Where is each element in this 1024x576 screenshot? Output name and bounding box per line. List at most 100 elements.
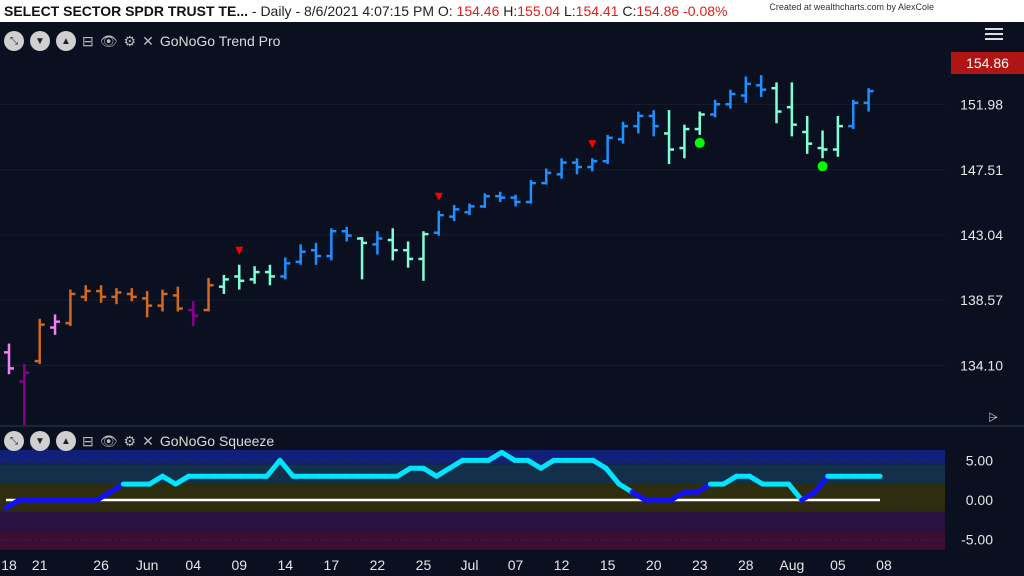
- ohlc-bar: [264, 264, 275, 286]
- collapse-icon[interactable]: ⊟: [82, 33, 94, 50]
- x-tick-label: 04: [185, 557, 201, 573]
- ohlc-bar: [203, 277, 214, 312]
- down-triangle-marker: [588, 140, 597, 149]
- move-up-icon[interactable]: ▲: [56, 431, 76, 451]
- x-tick-label: Aug: [779, 557, 804, 573]
- open-value: 154.46: [456, 3, 500, 19]
- ohlc-bar: [541, 168, 552, 185]
- squeeze-panel-toolbar: ⤡ ▼ ▲ ⊟ 👁 ⚙ ✕ GoNoGo Squeeze: [4, 430, 274, 452]
- x-tick-label: 23: [692, 557, 708, 573]
- close-icon[interactable]: ✕: [142, 33, 154, 50]
- expand-icon[interactable]: ⤡: [4, 31, 24, 51]
- symbol-name: SELECT SECTOR SPDR TRUST TE...: [4, 3, 248, 19]
- indicator-name-squeeze: GoNoGo Squeeze: [159, 433, 275, 449]
- ohlc-bar: [556, 158, 567, 179]
- ohlc-bar: [817, 130, 828, 159]
- ohlc-bar: [694, 111, 705, 135]
- ohlc-bar: [295, 244, 306, 265]
- ohlc-bar: [510, 194, 521, 207]
- ohlc-bar: [771, 82, 782, 124]
- close-label: C:: [622, 3, 637, 19]
- ohlc-bar: [464, 203, 475, 216]
- change-value: -0.08%: [683, 3, 728, 19]
- ohlc-bar: [418, 231, 429, 281]
- squeeze-band: [0, 511, 945, 532]
- move-down-icon[interactable]: ▼: [30, 431, 50, 451]
- ohlc-bar: [679, 124, 690, 159]
- x-tick-label: Jun: [136, 557, 159, 573]
- settings-gear-icon[interactable]: ⚙: [124, 33, 137, 50]
- ohlc-bar: [618, 121, 628, 144]
- ohlc-bar: [740, 76, 751, 103]
- ohlc-bar: [218, 274, 229, 294]
- ohlc-bar: [172, 286, 183, 312]
- timeframe-info: - Daily - 8/6/2021 4:07:15 PM O:: [251, 3, 453, 19]
- expand-icon[interactable]: ⤡: [4, 431, 24, 451]
- low-value: 154.41: [575, 3, 619, 19]
- ohlc-bar: [863, 88, 874, 112]
- y-axis-labels: 134.10 138.57 143.04 147.51 151.98 5.00 0.00 -5…: [960, 97, 1003, 548]
- ohlc-bar: [280, 257, 291, 280]
- go-dot-marker: [817, 161, 828, 172]
- ohlc-bar: [4, 343, 14, 375]
- close-value: 154.86: [636, 3, 680, 19]
- close-icon[interactable]: ✕: [142, 433, 154, 450]
- high-value: 155.04: [517, 3, 561, 19]
- title-bar: SELECT SECTOR SPDR TRUST TE... - Daily -…: [0, 0, 1024, 22]
- x-tick-label: 12: [554, 557, 570, 573]
- panel-separator: [0, 425, 1024, 427]
- ohlc-bar: [802, 115, 813, 154]
- ohlc-bar: [832, 115, 843, 157]
- ohlc-bar: [65, 289, 76, 327]
- x-tick-label: 28: [738, 557, 754, 573]
- x-tick-label: 25: [416, 557, 432, 573]
- x-tick-label: 07: [508, 557, 524, 573]
- ohlc-bar: [50, 314, 61, 335]
- chart-canvas: 134.10 138.57 143.04 147.51 151.98 5.00 0.00 -5…: [0, 75, 1003, 573]
- squeeze-band: [0, 531, 945, 550]
- squeeze-y-tick-label: -5.00: [961, 532, 993, 548]
- indicator-name-trend: GoNoGo Trend Pro: [159, 33, 281, 49]
- down-triangle-marker: [235, 246, 244, 255]
- ohlc-bar: [403, 241, 414, 268]
- x-tick-label: 08: [876, 557, 892, 573]
- settings-gear-icon[interactable]: ⚙: [124, 433, 137, 450]
- ohlc-bar: [111, 288, 122, 305]
- x-tick-label: 17: [324, 557, 340, 573]
- resize-panel-icon[interactable]: ⩥: [984, 410, 1002, 424]
- ohlc-bar: [449, 204, 460, 221]
- ohlc-bar: [341, 226, 352, 242]
- y-tick-label: 151.98: [960, 97, 1003, 113]
- x-tick-label: 20: [646, 557, 662, 573]
- ohlc-bar: [495, 191, 506, 203]
- ohlc-bar: [571, 158, 582, 175]
- ohlc-bar: [387, 228, 398, 261]
- down-triangle-marker: [434, 192, 443, 201]
- x-tick-label: 15: [600, 557, 616, 573]
- menu-icon[interactable]: [985, 28, 1003, 40]
- squeeze-y-tick-label: 0.00: [966, 492, 993, 508]
- visibility-eye-icon[interactable]: 👁: [100, 33, 118, 50]
- x-tick-label: Jul: [461, 557, 479, 573]
- trend-panel-toolbar: ⤡ ▼ ▲ ⊟ 👁 ⚙ ✕ GoNoGo Trend Pro: [4, 30, 280, 52]
- y-tick-label: 147.51: [960, 162, 1003, 178]
- ohlc-bar: [357, 237, 368, 280]
- squeeze-band: [0, 464, 945, 485]
- ohlc-bar: [234, 264, 245, 290]
- move-up-icon[interactable]: ▲: [56, 31, 76, 51]
- collapse-icon[interactable]: ⊟: [82, 433, 94, 450]
- ohlc-bar: [311, 242, 321, 265]
- ohlc-bar: [433, 210, 444, 236]
- ohlc-bar: [326, 228, 337, 261]
- y-tick-label: 134.10: [960, 357, 1003, 373]
- y-tick-label: 138.57: [960, 292, 1003, 308]
- x-tick-label: 05: [830, 557, 846, 573]
- visibility-eye-icon[interactable]: 👁: [100, 433, 118, 450]
- x-tick-label: 26: [93, 557, 109, 573]
- low-label: L:: [563, 3, 576, 19]
- ohlc-bar: [19, 364, 30, 427]
- ohlc-bar: [710, 99, 721, 118]
- price-gridlines: [0, 104, 945, 366]
- move-down-icon[interactable]: ▼: [30, 31, 50, 51]
- x-tick-label: 18: [1, 557, 17, 573]
